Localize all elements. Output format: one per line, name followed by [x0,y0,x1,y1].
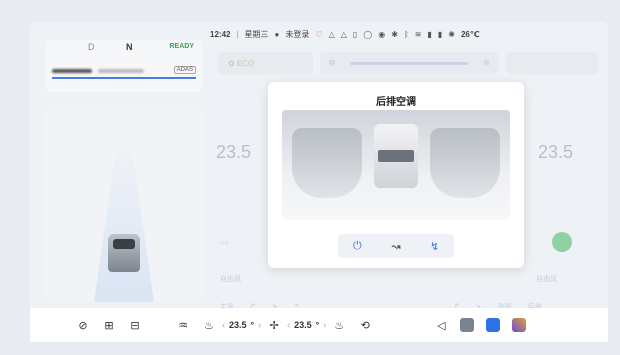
right-temp-decrease[interactable]: ‹ [287,320,290,330]
radar-icon: ◉ [378,29,386,39]
seat-heat-left-icon[interactable]: ♨ [196,312,222,338]
seat-heat-right-icon[interactable]: ♨ [326,312,352,338]
lte-icon: ▮ [437,29,443,39]
dock-left-temperature[interactable]: ‹ 23.5 ° › [222,320,261,330]
rear-vent [378,150,414,162]
warning-outline-icon: △ [340,29,347,39]
settings-icon: ✱ [391,29,398,39]
drive-mode: N [126,42,133,52]
gear-indicator: D [88,42,95,52]
app-blue-icon[interactable] [480,312,506,338]
weekday: 星期三 [244,29,269,39]
instrument-cluster: D N READY ADAS [46,40,202,92]
login-status[interactable]: 未登录 [285,29,309,40]
app-media-icon[interactable] [506,312,532,338]
dock-right-temperature[interactable]: ‹ 23.5 ° › [287,320,326,330]
clipboard-icon: ▯ [352,29,358,39]
navigation-icon[interactable]: ⊘ [70,312,96,338]
popup-title: 后排空调 [376,97,416,108]
recirculation-icon[interactable]: ⟲ [352,312,378,338]
fan-slider-track [349,61,469,65]
cloud-icon: ◯ [363,29,373,39]
car-settings-icon[interactable]: ⊟ [122,312,148,338]
seat-left [292,128,362,198]
clock: 12:42 [210,29,231,39]
left-temp-decrease[interactable]: ‹ [222,320,225,330]
sync-toggle[interactable]: ○○ [220,240,228,247]
climate-tile-right[interactable] [506,52,598,74]
rear-defrost-icon[interactable]: ♒ [170,312,196,338]
signal-icon: ▮ [427,29,432,39]
lane-path [94,136,154,302]
fan-speed-slider[interactable]: ✲ ✲ [320,52,498,74]
fan-low-icon: ✲ [328,57,336,68]
airflow-face-rear-icon[interactable]: ↝ [384,236,408,256]
shield-icon: ♡ [315,29,323,39]
outside-temperature: 26℃ [460,29,480,39]
power-icon[interactable]: ⏻ [345,236,369,256]
fan-high-icon: ✲ [482,57,490,68]
cluster-progress-bar [52,77,196,79]
bluetooth-icon: ᛒ [403,29,409,39]
leaf-icon: ✿ [228,58,237,68]
wifi-icon: ≋ [414,29,422,39]
left-wind-mode[interactable]: 自由风 [220,274,241,284]
screen: 12:42 | 星期三 ● 未登录 ♡ △ △ ▯ ◯ ◉ ✱ ᛒ ≋ ▮ ▮ … [30,22,608,342]
rear-climate-popup: 后排空调 ⏻ ↝ ↯ [268,82,524,268]
rear-cabin-image [282,110,510,220]
volume-icon[interactable]: ◁ [428,312,454,338]
speed-readout [52,69,92,73]
right-wind-mode[interactable]: 自由风 [536,274,557,284]
eco-button[interactable]: ✿ ECO [218,52,313,74]
brightness-icon: ✺ [448,29,455,39]
warning-icon: △ [328,29,335,39]
bottom-dock: ⊘ ⊞ ⊟ ♒ ♨ ‹ 23.5 ° › ✢ ‹ 23.5 ° › ♨ ⟲ ◁ [30,308,608,342]
auto-button[interactable] [552,232,572,252]
right-temperature[interactable]: 23.5 [538,142,573,163]
fan-icon[interactable]: ✢ [261,312,287,338]
status-bar: 12:42 | 星期三 ● 未登录 ♡ △ △ ▯ ◯ ◉ ✱ ᛒ ≋ ▮ ▮ … [210,29,480,40]
driving-visualization [46,106,202,302]
ready-indicator: READY [169,43,194,50]
user-icon[interactable]: ● [275,30,280,39]
adas-badge: ADAS [173,66,196,74]
airflow-feet-rear-icon[interactable]: ↯ [423,236,447,256]
range-readout [98,69,144,73]
left-temperature[interactable]: 23.5 [216,142,251,163]
car-icon [108,234,140,272]
rear-climate-controls: ⏻ ↝ ↯ [338,234,454,258]
app-grey-icon[interactable] [454,312,480,338]
apps-grid-icon[interactable]: ⊞ [96,312,122,338]
seat-right [430,128,500,198]
